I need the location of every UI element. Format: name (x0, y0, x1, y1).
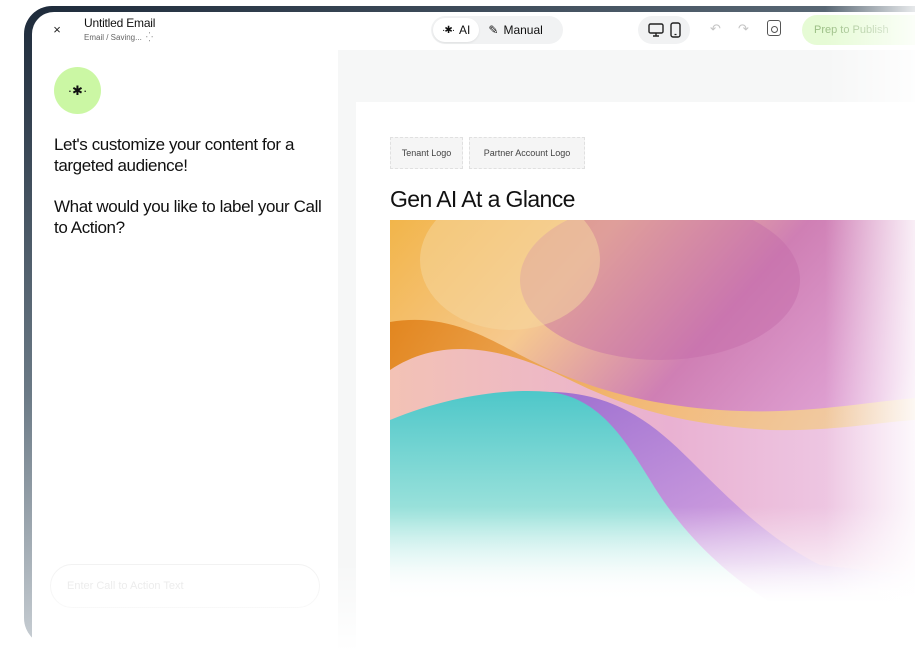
email-preview: Tenant Logo Partner Account Logo Gen AI … (356, 102, 915, 652)
close-button[interactable]: × (48, 21, 66, 39)
breadcrumb-status-text: Email / Saving... (84, 33, 142, 42)
editor-header: × Untitled Email Email / Saving... ⁛ ·✱·… (32, 12, 915, 50)
email-canvas: Tenant Logo Partner Account Logo Gen AI … (338, 50, 915, 652)
desktop-icon[interactable] (647, 23, 664, 37)
mobile-icon[interactable] (669, 22, 681, 38)
ai-message-question: What would you like to label your Call t… (54, 197, 322, 237)
prep-to-publish-button[interactable]: Prep to Publish (802, 15, 915, 45)
preview-icon[interactable] (767, 20, 781, 36)
tab-manual-label: Manual (503, 23, 543, 37)
tab-ai-mode[interactable]: ·✱· AI (433, 18, 480, 42)
tab-manual-mode[interactable]: ✎ Manual (479, 18, 551, 42)
redo-icon[interactable]: ↷ (738, 21, 749, 37)
mode-toggle: ·✱· AI ✎ Manual (431, 16, 563, 44)
ai-chat-panel: ·✱· Let's customize your content for a t… (32, 50, 338, 652)
cta-text-input[interactable] (50, 564, 320, 608)
device-toggle (638, 16, 690, 44)
saving-spinner-icon: ⁛ (145, 32, 153, 42)
tab-ai-label: AI (459, 23, 471, 37)
tenant-logo-placeholder[interactable]: Tenant Logo (390, 137, 463, 169)
undo-icon[interactable]: ↶ (710, 21, 721, 37)
hero-image[interactable] (390, 220, 915, 602)
email-editor-app: × Untitled Email Email / Saving... ⁛ ·✱·… (32, 12, 915, 652)
pencil-icon: ✎ (488, 23, 499, 37)
partner-logo-placeholder[interactable]: Partner Account Logo (469, 137, 585, 169)
document-status: Email / Saving... ⁛ (84, 32, 153, 43)
email-heading[interactable]: Gen AI At a Glance (390, 186, 575, 213)
ai-message-intro: Let's customize your content for a targe… (54, 135, 295, 175)
ai-sparkle-avatar-icon: ·✱· (54, 67, 101, 114)
document-title: Untitled Email (84, 16, 156, 30)
sparkle-icon: ·✱· (442, 24, 455, 36)
